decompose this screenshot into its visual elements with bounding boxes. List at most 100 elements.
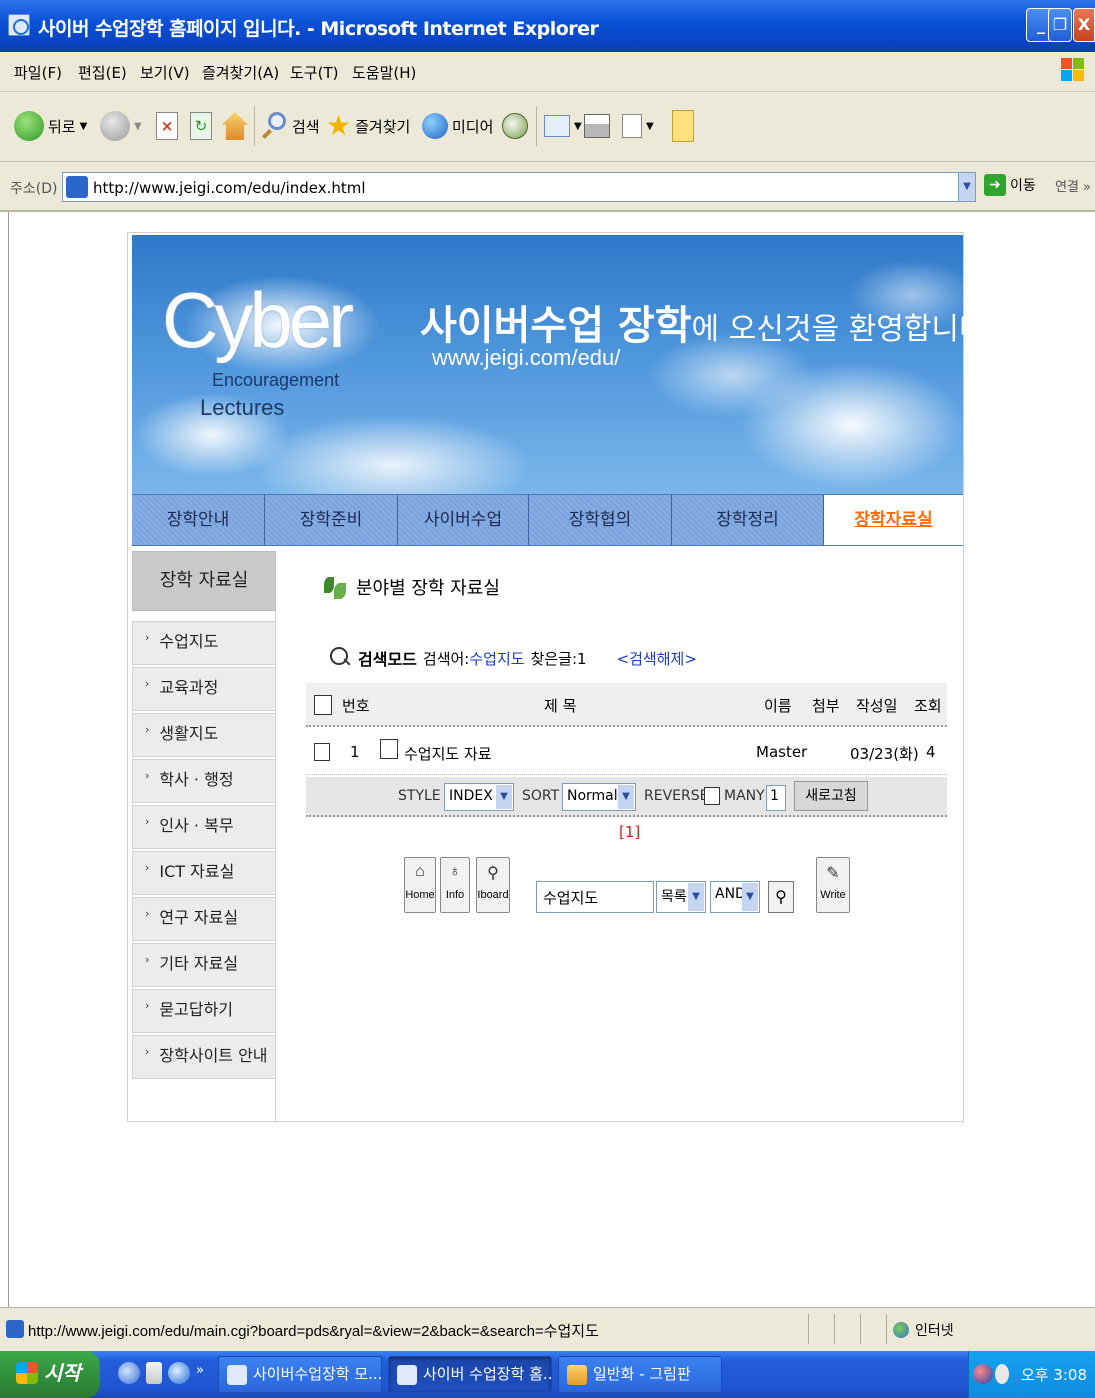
board-info-label: Info	[445, 889, 465, 901]
media-button[interactable]: 미디어	[422, 106, 493, 146]
board-search-input[interactable]: 수업지도	[536, 881, 654, 913]
document-icon	[380, 739, 398, 759]
forward-button[interactable]: ▼	[100, 106, 142, 146]
menu-edit[interactable]: 편집(E)	[78, 62, 127, 83]
favorites-button[interactable]: ★ 즐겨찾기	[326, 106, 410, 146]
sidebar-item-academic-admin[interactable]: › 학사 · 행정	[132, 759, 276, 803]
maximize-button[interactable]: ❐	[1048, 8, 1072, 42]
banner-welcome: 사이버수업 장학에 오신것을 환영합니다.	[420, 293, 996, 351]
ie-app-icon	[227, 1365, 247, 1385]
history-icon	[502, 113, 528, 139]
sidebar-item-label: 장학사이트 안내	[159, 1046, 268, 1065]
taskbar-item[interactable]: 일반화 - 그림판	[558, 1356, 722, 1393]
mail-button[interactable]: ▼	[544, 106, 582, 146]
reverse-checkbox[interactable]	[704, 787, 720, 805]
arrow-icon: ›	[145, 1045, 150, 1058]
start-label: 시작	[44, 1361, 81, 1385]
address-dropdown-button[interactable]: ▼	[958, 172, 976, 202]
nav-tab-cyber-class[interactable]: 사이버수업	[398, 495, 529, 545]
nav-tab-summary[interactable]: 장학정리	[672, 495, 824, 545]
found-count: 찾은글:1	[530, 649, 587, 668]
quicklaunch-explorer-icon[interactable]	[118, 1362, 140, 1384]
board-search-button[interactable]: ⚲	[768, 881, 794, 913]
taskbar-item[interactable]: 사이버수업장학 모...	[218, 1356, 382, 1393]
sidebar-item-life-guidance[interactable]: › 생활지도	[132, 713, 276, 757]
start-button[interactable]: 시작	[0, 1351, 100, 1398]
table-row[interactable]: 1 수업지도 자료 Master 03/23(화) 4	[306, 731, 947, 775]
refresh-list-button[interactable]: 새로고침	[794, 781, 868, 811]
arrow-icon: ›	[145, 907, 150, 920]
search-button[interactable]: 검색	[262, 106, 320, 146]
style-label: STYLE	[398, 788, 441, 804]
taskbar-item-active[interactable]: 사이버 수업장학 홈...	[388, 1356, 552, 1393]
row-date: 03/23(화)	[850, 745, 919, 763]
minimize-icon: _	[1037, 15, 1045, 34]
menu-view[interactable]: 보기(V)	[140, 62, 190, 83]
arrow-icon: ›	[145, 677, 150, 690]
messenger-button[interactable]	[672, 106, 694, 146]
sidebar-item-ict[interactable]: › ICT 자료실	[132, 851, 276, 895]
board-home-button[interactable]: ⌂ Home	[404, 857, 436, 913]
menu-file[interactable]: 파일(F)	[14, 62, 62, 83]
status-bar: http://www.jeigi.com/edu/main.cgi?board=…	[0, 1307, 1095, 1351]
home-icon: ⌂	[415, 863, 425, 880]
quicklaunch-more-icon[interactable]: »	[196, 1363, 204, 1378]
note-icon	[672, 110, 694, 142]
search-logic-select[interactable]: AND ▼	[710, 881, 760, 913]
board-iboard-button[interactable]: ⚲ Iboard	[476, 857, 510, 913]
address-bar: 주소(D) http://www.jeigi.com/edu/index.htm…	[0, 162, 1095, 212]
quicklaunch-ie-icon[interactable]	[168, 1362, 190, 1384]
list-options-bar: STYLE INDEX ▼ SORT Normal ▼ REVERSE MANY…	[306, 777, 947, 817]
edit-button[interactable]: ▼	[622, 106, 654, 146]
refresh-button[interactable]: ↻	[190, 106, 212, 146]
close-button[interactable]: X	[1073, 8, 1095, 42]
sidebar-item-etc[interactable]: › 기타 자료실	[132, 943, 276, 987]
nav-tab-guide[interactable]: 장학안내	[132, 495, 265, 545]
banner-logo-sub2: Lectures	[200, 395, 285, 420]
tray-language-icon[interactable]	[995, 1364, 1009, 1384]
many-label: MANY	[724, 788, 765, 804]
style-select[interactable]: INDEX ▼	[444, 783, 514, 811]
sidebar-item-curriculum[interactable]: › 교육과정	[132, 667, 276, 711]
history-button[interactable]	[502, 106, 528, 146]
links-toolbar[interactable]: 연결 »	[1055, 176, 1091, 195]
back-arrow-icon	[14, 111, 44, 141]
banner-welcome-bold: 사이버수업 장학	[420, 303, 692, 349]
sidebar-item-personnel[interactable]: › 인사 · 복무	[132, 805, 276, 849]
menu-favorites[interactable]: 즐겨찾기(A)	[202, 62, 279, 83]
window-titlebar[interactable]: 사이버 수업장학 홈페이지 입니다. - Microsoft Internet …	[0, 0, 1095, 52]
stop-button[interactable]: ×	[156, 106, 178, 146]
row-title-link[interactable]: 수업지도 자료	[404, 743, 492, 764]
chevron-down-icon: ▼	[574, 120, 582, 132]
quicklaunch-desktop-icon[interactable]	[146, 1362, 162, 1384]
ime-icon[interactable]	[973, 1364, 993, 1384]
search-field-select[interactable]: 목록 ▼	[656, 881, 706, 913]
sort-select[interactable]: Normal ▼	[562, 783, 636, 811]
go-button[interactable]: ➜ 이동	[984, 174, 1036, 196]
back-button[interactable]: 뒤로 ▼	[14, 106, 87, 146]
board-info-button[interactable]: ♁ Info	[440, 857, 470, 913]
many-input[interactable]: 1	[766, 785, 786, 811]
board-write-button[interactable]: ✎ Write	[816, 857, 850, 913]
nav-tab-consult[interactable]: 장학협의	[529, 495, 672, 545]
home-button[interactable]	[222, 106, 248, 146]
menu-help[interactable]: 도움말(H)	[352, 62, 416, 83]
sidebar-item-sites[interactable]: › 장학사이트 안내	[132, 1035, 276, 1079]
nav-tab-prepare[interactable]: 장학준비	[265, 495, 398, 545]
system-tray: 오후 3:08	[968, 1351, 1095, 1398]
cancel-search-link[interactable]: <검색해제>	[617, 648, 697, 669]
sidebar-item-research[interactable]: › 연구 자료실	[132, 897, 276, 941]
col-title: 제 목	[544, 697, 577, 715]
taskbar: 시작 » 사이버수업장학 모... 사이버 수업장학 홈... 일반화 - 그림…	[0, 1351, 1095, 1398]
nav-tab-library[interactable]: 장학자료실	[824, 495, 963, 545]
sidebar-item-qna[interactable]: › 묻고답하기	[132, 989, 276, 1033]
sidebar-item-teaching[interactable]: › 수업지도	[132, 621, 276, 665]
print-button[interactable]	[584, 106, 610, 146]
pagination-link[interactable]: [1]	[619, 823, 640, 841]
menu-tools[interactable]: 도구(T)	[290, 62, 338, 83]
row-views: 4	[926, 743, 936, 761]
arrow-icon: ›	[145, 631, 150, 644]
sidebar: 장학 자료실 › 수업지도 › 교육과정 › 생활지도 › 학사 · 행정 › 인사 · …	[132, 551, 276, 1123]
row-checkbox[interactable]	[314, 743, 330, 761]
address-input[interactable]: http://www.jeigi.com/edu/index.html	[62, 172, 974, 202]
